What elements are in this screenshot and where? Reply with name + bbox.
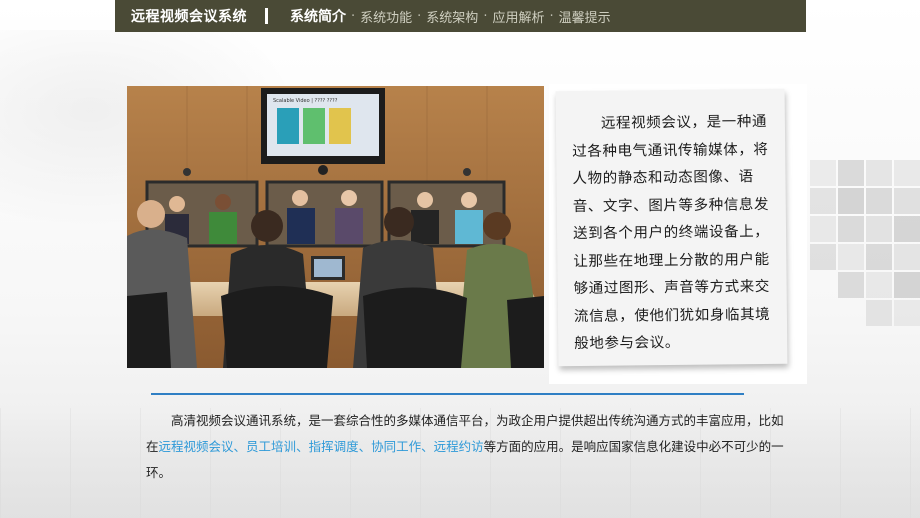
highlight-delimiter: 、 xyxy=(358,439,372,454)
nav-item-analysis[interactable]: 应用解析 xyxy=(492,7,544,26)
highlight-item: 远程约访 xyxy=(433,439,484,454)
highlight-delimiter: 、 xyxy=(296,439,309,454)
app-title: 远程视频会议系统 xyxy=(131,9,247,25)
highlight-item: 协同工作 xyxy=(371,439,422,454)
highlight-item: 指挥调度 xyxy=(308,439,359,454)
nav-dot: · xyxy=(417,8,422,24)
nav-dot: · xyxy=(351,8,356,24)
section-nav: 系统简介 · 系统功能 · 系统架构 · 应用解析 · 温馨提示 xyxy=(290,6,611,26)
nav-item-architecture[interactable]: 系统架构 xyxy=(426,7,478,26)
nav-item-tips[interactable]: 温馨提示 xyxy=(559,7,611,26)
header-bar: 远程视频会议系统 系统简介 · 系统功能 · 系统架构 · 应用解析 · 温馨提… xyxy=(115,0,806,32)
description-paragraph: 高清视频会议通讯系统，是一套综合性的多媒体通信平台，为政企用户提供超出传统沟通方… xyxy=(146,408,786,486)
screen-slide-title: Scalable Video | ???? ???? xyxy=(273,98,338,104)
highlight-item: 员工培训 xyxy=(246,439,297,454)
note-text: 远程视频会议，是一种通过各种电气通讯传输媒体，将人物的静态和动态图像、语音、文字… xyxy=(572,113,771,353)
nav-item-features[interactable]: 系统功能 xyxy=(360,7,412,26)
note-card: 远程视频会议，是一种通过各种电气通讯传输媒体，将人物的静态和动态图像、语音、文字… xyxy=(549,84,807,384)
decorative-tiles xyxy=(810,160,920,340)
note-paper: 远程视频会议，是一种通过各种电气通讯传输媒体，将人物的静态和动态图像、语音、文字… xyxy=(555,88,788,367)
nav-item-intro[interactable]: 系统简介 xyxy=(290,6,346,26)
header-separator xyxy=(265,8,268,24)
section-divider xyxy=(151,393,744,395)
nav-dot: · xyxy=(483,8,488,24)
nav-dot: · xyxy=(549,8,554,24)
highlight-delimiter: 、 xyxy=(421,439,434,454)
highlight-item: 远程视频会议 xyxy=(158,439,234,454)
conference-photo: Scalable Video | ???? ???? xyxy=(127,86,544,368)
highlight-delimiter: 、 xyxy=(233,439,247,454)
